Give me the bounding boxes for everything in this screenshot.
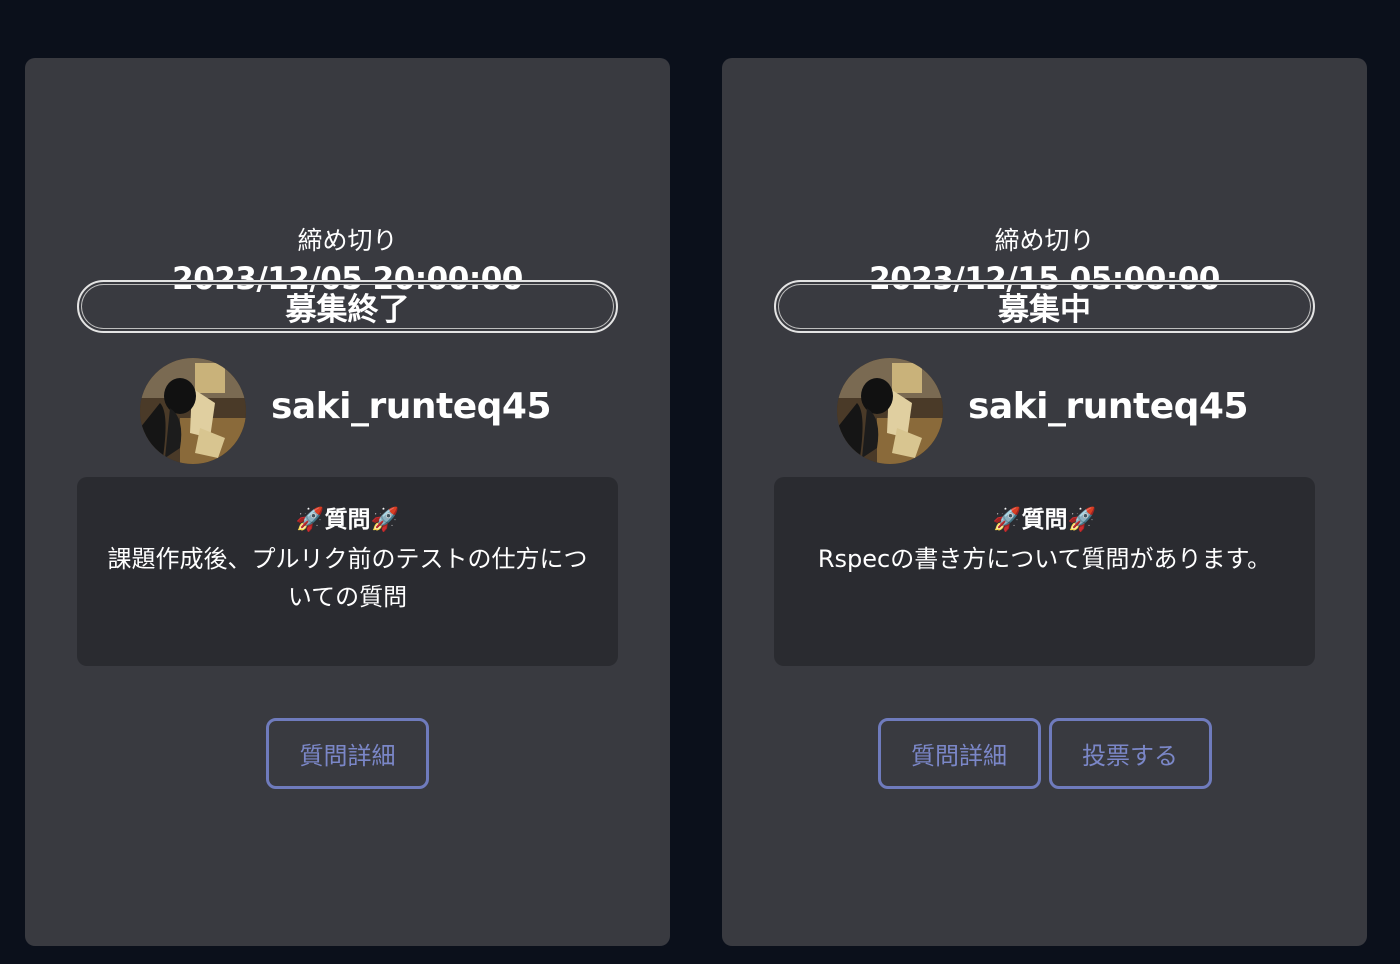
user-info: saki_runteq45: [25, 358, 670, 464]
question-card: 締め切り 2023/12/05 20:00:00 募集終了 saki_runte…: [25, 58, 670, 946]
user-info: saki_runteq45: [722, 358, 1367, 464]
avatar[interactable]: [837, 358, 943, 464]
question-heading: 🚀質問🚀: [295, 507, 400, 533]
avatar[interactable]: [140, 358, 246, 464]
username[interactable]: saki_runteq45: [968, 386, 1249, 427]
status-badge: 募集中: [774, 280, 1315, 333]
avatar-image: [140, 358, 246, 464]
question-box: 🚀質問🚀 Rspecの書き方について質問があります。: [774, 477, 1315, 666]
vote-button[interactable]: 投票する: [1048, 718, 1212, 789]
question-text: 課題作成後、プルリク前のテストの仕方についての質問: [107, 545, 588, 611]
status-badge: 募集終了: [77, 280, 618, 333]
question-card: 締め切り 2023/12/15 05:00:00 募集中 saki_runteq…: [722, 58, 1367, 946]
card-actions: 質問詳細 投票する: [722, 718, 1367, 789]
question-detail-button[interactable]: 質問詳細: [877, 718, 1041, 789]
deadline-label: 締め切り: [297, 226, 398, 255]
deadline-label: 締め切り: [994, 226, 1095, 255]
card-actions: 質問詳細: [25, 718, 670, 789]
avatar-image: [837, 358, 943, 464]
question-box: 🚀質問🚀 課題作成後、プルリク前のテストの仕方についての質問: [77, 477, 618, 666]
username[interactable]: saki_runteq45: [271, 386, 552, 427]
question-detail-button[interactable]: 質問詳細: [266, 718, 429, 789]
question-board: 締め切り 2023/12/05 20:00:00 募集終了 saki_runte…: [0, 0, 1400, 964]
question-text: Rspecの書き方について質問があります。: [817, 545, 1272, 573]
question-heading: 🚀質問🚀: [992, 507, 1097, 533]
